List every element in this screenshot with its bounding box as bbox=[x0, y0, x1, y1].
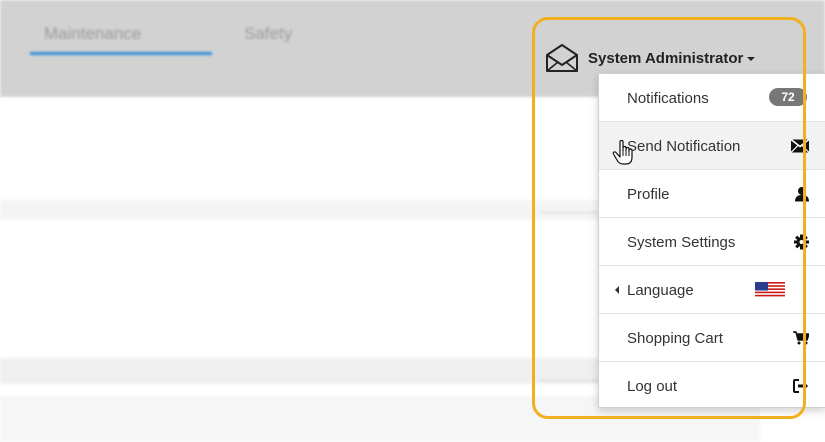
tab-safety[interactable]: Safety bbox=[244, 24, 292, 44]
tab-maintenance[interactable]: Maintenance bbox=[44, 24, 141, 44]
active-tab-indicator bbox=[30, 52, 212, 55]
highlight-frame bbox=[532, 17, 806, 419]
